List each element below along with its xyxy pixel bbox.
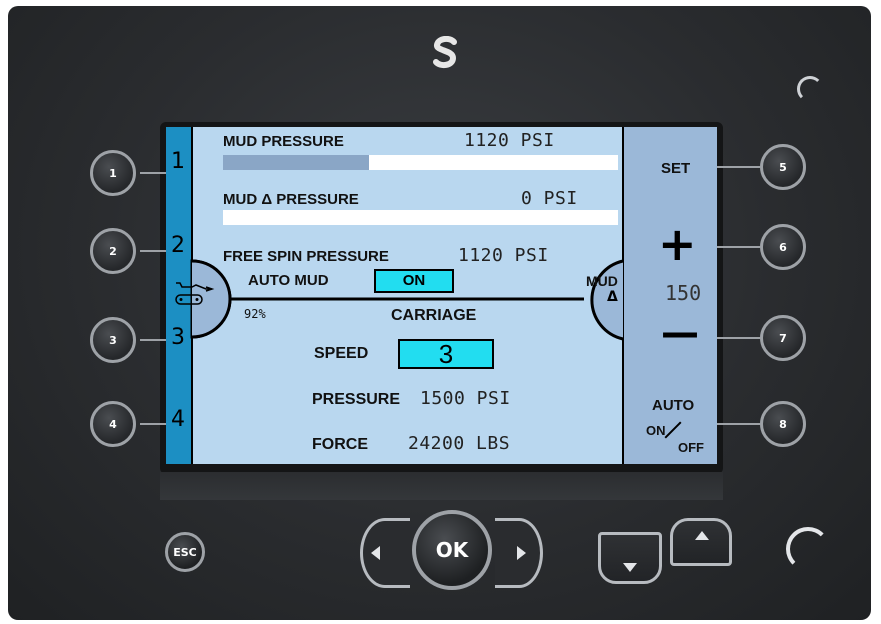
softkey-label: 5 xyxy=(779,160,787,174)
softkey-button-6[interactable]: 6 xyxy=(760,224,806,270)
on-label: ON xyxy=(646,423,666,438)
mount-hole-icon xyxy=(786,527,830,571)
connector-line xyxy=(715,166,760,168)
ok-button[interactable]: OK xyxy=(412,510,492,590)
down-arrow-icon xyxy=(623,563,637,572)
left-arrow-icon xyxy=(371,546,380,560)
auto-mud-toggle[interactable]: ON xyxy=(374,269,454,293)
mud-delta-mode-label: MUD xyxy=(586,273,618,289)
softkey-label: 7 xyxy=(779,331,787,345)
softkey-label: 4 xyxy=(109,417,117,431)
mud-delta-pressure-bar xyxy=(223,210,618,225)
down-button[interactable] xyxy=(598,532,662,584)
carriage-pressure-label: PRESSURE xyxy=(312,391,401,408)
connector-line xyxy=(715,337,760,339)
softkey-label: 3 xyxy=(109,333,117,347)
mode-divider-graphic xyxy=(190,127,624,464)
softkey-button-3[interactable]: 3 xyxy=(90,317,136,363)
free-spin-pressure-label: FREE SPIN PRESSURE xyxy=(223,248,389,265)
carriage-pressure-value: 1500 PSI xyxy=(420,388,511,409)
softkey-label: 6 xyxy=(779,240,787,254)
mud-pressure-value: 1120 PSI xyxy=(464,130,555,151)
up-button[interactable] xyxy=(670,518,732,566)
speed-value-box[interactable]: 3 xyxy=(398,339,494,369)
softkey-label: 2 xyxy=(109,244,117,258)
force-value: 24200 LBS xyxy=(408,433,511,454)
mud-delta-pressure-value: 0 PSI xyxy=(521,188,578,209)
force-label: FORCE xyxy=(312,436,368,453)
connector-line xyxy=(140,423,168,425)
left-arrow-button[interactable] xyxy=(360,518,410,588)
right-arrow-button[interactable] xyxy=(495,518,543,588)
auto-softkey-label: AUTO xyxy=(652,397,695,414)
plus-softkey-icon: + xyxy=(658,217,697,271)
percent-readout: 92% xyxy=(244,307,266,321)
softkey-button-1[interactable]: 1 xyxy=(90,150,136,196)
bezel-shadow xyxy=(160,472,723,500)
up-arrow-icon xyxy=(695,531,709,540)
auto-mud-label: AUTO MUD xyxy=(248,272,329,289)
mud-delta-pressure-label: MUD Δ PRESSURE xyxy=(223,191,359,208)
set-softkey-label: SET xyxy=(661,160,691,177)
free-spin-pressure-value: 1120 PSI xyxy=(458,245,549,266)
esc-button[interactable]: ESC xyxy=(165,532,205,572)
connector-line xyxy=(140,339,168,341)
right-arrow-icon xyxy=(517,546,526,560)
mud-pressure-label: MUD PRESSURE xyxy=(223,133,344,150)
ok-label: OK xyxy=(435,538,469,562)
mount-hole-icon xyxy=(797,76,823,102)
delta-icon: Δ xyxy=(607,289,618,305)
off-label: OFF xyxy=(678,440,704,455)
softkey-button-4[interactable]: 4 xyxy=(90,401,136,447)
connector-line xyxy=(140,250,168,252)
display-screen: 1 2 3 4 MUD PRESSURE 1120 PSI MUD Δ PRES… xyxy=(166,127,717,464)
connector-line xyxy=(715,246,760,248)
drill-rig-icon xyxy=(175,282,215,305)
minus-softkey-icon: — xyxy=(661,310,699,356)
softkey-button-8[interactable]: 8 xyxy=(760,401,806,447)
setpoint-value: 150 xyxy=(665,281,702,305)
connector-line xyxy=(140,172,168,174)
softkey-button-5[interactable]: 5 xyxy=(760,144,806,190)
speed-label: SPEED xyxy=(314,345,369,362)
mud-pressure-bar xyxy=(223,155,618,170)
brand-logo-icon xyxy=(433,36,457,69)
carriage-title: CARRIAGE xyxy=(391,307,477,324)
softkey-label: 1 xyxy=(109,166,117,180)
softkey-label: 8 xyxy=(779,417,787,431)
connector-line xyxy=(715,423,760,425)
softkey-button-7[interactable]: 7 xyxy=(760,315,806,361)
esc-label: ESC xyxy=(173,545,197,559)
mud-pressure-bar-fill xyxy=(223,155,370,170)
softkey-button-2[interactable]: 2 xyxy=(90,228,136,274)
